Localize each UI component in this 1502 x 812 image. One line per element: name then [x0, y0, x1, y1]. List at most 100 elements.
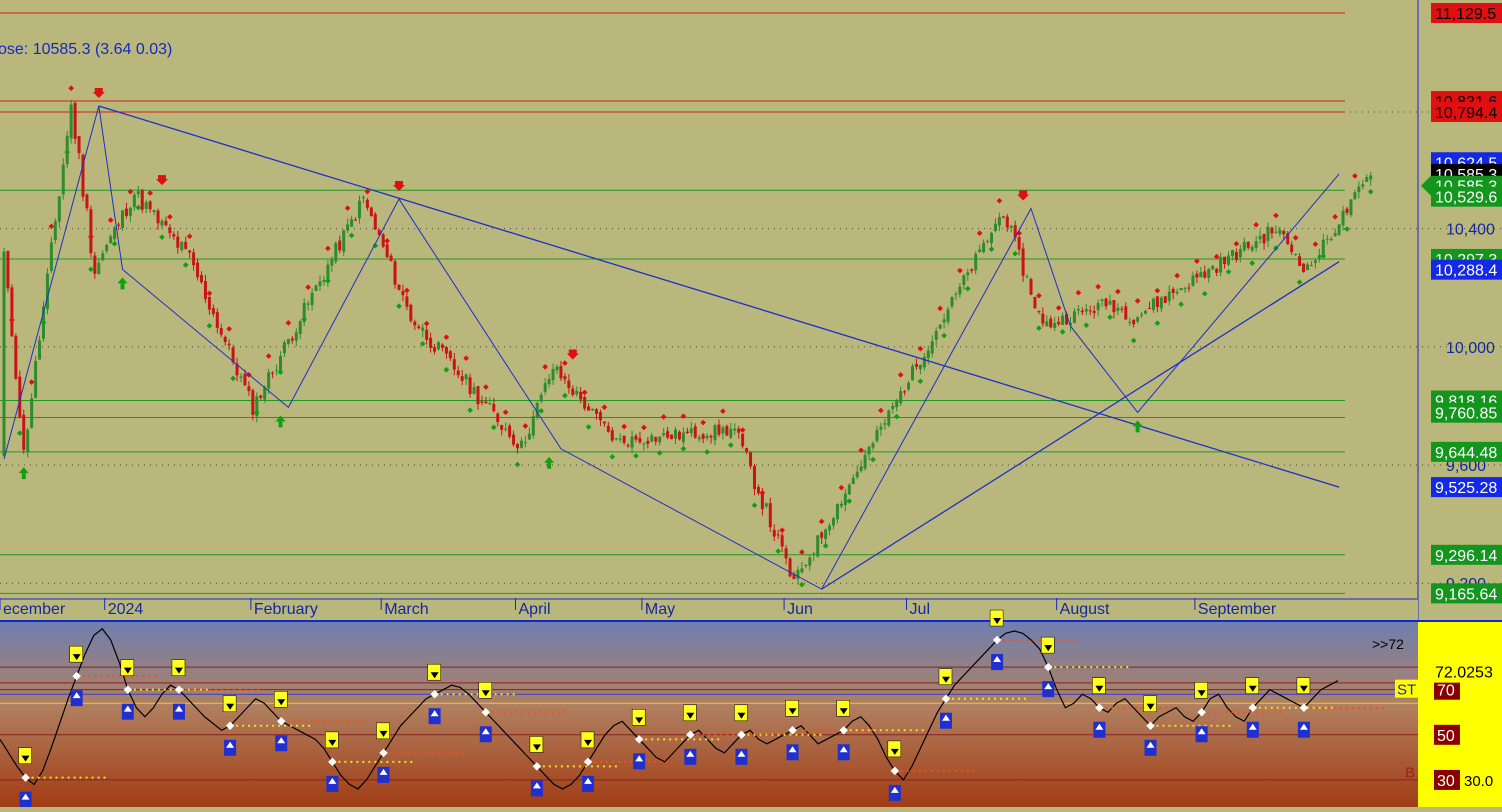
candle-body: [1057, 321, 1061, 325]
candle-body: [693, 426, 697, 438]
candle-body: [401, 290, 405, 296]
candle-body: [207, 297, 211, 310]
candle-body: [61, 164, 65, 195]
candle-body: [670, 434, 674, 440]
candle-body: [1175, 291, 1179, 294]
candle-body: [835, 504, 839, 520]
price-tag-label: 10,794.4: [1435, 105, 1497, 122]
candle-body: [239, 376, 243, 378]
candle-body: [1262, 234, 1266, 244]
candle-body: [1234, 252, 1238, 260]
candle-body: [930, 341, 934, 354]
candle-body: [322, 279, 326, 282]
candle-body: [966, 272, 970, 276]
candle-body: [737, 428, 741, 433]
candle-body: [1001, 216, 1005, 218]
candle-body: [215, 312, 219, 328]
candle-body: [642, 443, 646, 445]
candle-body: [666, 431, 670, 438]
candle-body: [1254, 241, 1258, 248]
candle-body: [753, 466, 756, 490]
date-label: Jul: [910, 601, 930, 618]
candle-body: [1353, 192, 1357, 200]
candle-body: [512, 434, 516, 445]
osc-current-label: 72.0253: [1435, 665, 1493, 682]
candle-body: [279, 355, 282, 371]
candle-body: [38, 340, 42, 360]
candle-body: [188, 250, 192, 253]
candle-body: [934, 330, 938, 340]
candle-body: [26, 429, 30, 453]
candle-body: [444, 347, 448, 354]
candle-body: [393, 261, 397, 285]
date-label: April: [519, 601, 551, 618]
candle-body: [555, 366, 559, 371]
candle-body: [397, 284, 401, 290]
candle-body: [409, 304, 413, 321]
candle-body: [346, 224, 350, 231]
candle-body: [1072, 311, 1076, 323]
candle-body: [342, 230, 346, 252]
candle-body: [681, 432, 685, 443]
candle-body: [1136, 317, 1140, 322]
candle-body: [891, 405, 895, 409]
candle-body: [938, 324, 942, 329]
candle-body: [729, 428, 733, 438]
oscillator-panel: 70 50 30 >>72 72.0253 ST B 30.0: [0, 609, 1502, 808]
candle-body: [452, 359, 456, 370]
candle-body: [871, 443, 875, 448]
candle-body: [741, 433, 745, 447]
candle-body: [591, 408, 595, 411]
price-panel-bg: [0, 0, 1502, 620]
candle-body: [622, 435, 626, 443]
candle-body: [1325, 238, 1329, 240]
candle-body: [168, 227, 172, 234]
candle-body: [832, 518, 835, 526]
candle-body: [1309, 265, 1313, 267]
candle-body: [373, 214, 377, 230]
candle-body: [1274, 231, 1278, 233]
price-tag-label: 9,760.85: [1435, 406, 1497, 423]
candle-body: [1029, 279, 1033, 295]
candle-body: [350, 219, 354, 227]
candle-body: [547, 378, 551, 384]
candle-body: [282, 342, 286, 354]
candle-body: [725, 425, 729, 436]
candle-body: [756, 486, 760, 494]
candle-body: [772, 529, 776, 537]
candle-body: [203, 281, 207, 300]
candle-body: [500, 425, 504, 430]
candle-body: [144, 202, 148, 209]
candle-body: [820, 532, 824, 538]
candle-body: [563, 376, 567, 380]
candle-body: [1361, 184, 1365, 187]
candle-body: [1124, 306, 1128, 320]
candle-body: [1128, 321, 1132, 323]
candle-body: [705, 435, 709, 439]
candle-body: [851, 477, 855, 484]
candle-body: [662, 433, 666, 436]
candle-body: [527, 433, 531, 440]
candle-body: [926, 350, 930, 359]
candle-body: [89, 209, 93, 254]
candle-body: [488, 403, 492, 405]
candle-body: [650, 435, 654, 442]
candle-body: [531, 415, 535, 436]
candle-body: [1298, 256, 1302, 266]
candle-body: [1219, 257, 1223, 273]
candle-body: [1017, 237, 1021, 250]
price-tag-label: 9,296.14: [1435, 548, 1497, 565]
candle-body: [922, 356, 926, 368]
candle-body: [1183, 288, 1187, 290]
candle-body: [895, 400, 899, 408]
candle-body: [1246, 241, 1250, 248]
candle-body: [318, 281, 322, 286]
candle-body: [717, 424, 721, 435]
candle-body: [677, 431, 681, 440]
candle-body: [259, 395, 263, 398]
candle-body: [982, 242, 986, 253]
candle-body: [543, 383, 547, 392]
candle-body: [1278, 229, 1282, 234]
candle-body: [567, 380, 571, 389]
candle-body: [464, 374, 468, 380]
